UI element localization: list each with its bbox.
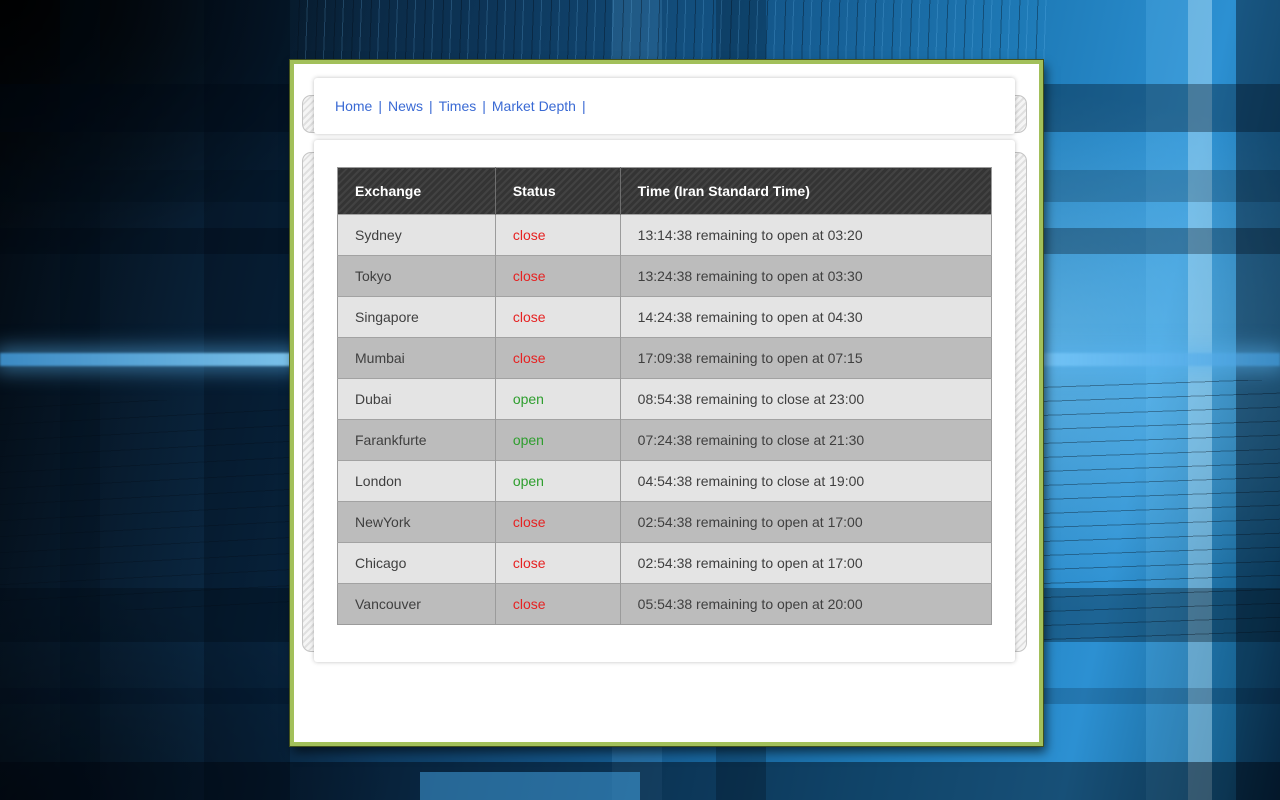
table-row: Farankfurteopen07:24:38 remaining to clo… xyxy=(338,420,992,461)
cell-exchange: Dubai xyxy=(338,379,496,420)
cell-time: 14:24:38 remaining to open at 04:30 xyxy=(620,297,991,338)
table-row: Dubaiopen08:54:38 remaining to close at … xyxy=(338,379,992,420)
cell-status: close xyxy=(495,256,620,297)
cell-time: 08:54:38 remaining to close at 23:00 xyxy=(620,379,991,420)
cell-time: 07:24:38 remaining to close at 21:30 xyxy=(620,420,991,461)
cell-exchange: NewYork xyxy=(338,502,496,543)
cell-status: close xyxy=(495,338,620,379)
market-times-table: Exchange Status Time (Iran Standard Time… xyxy=(337,167,992,625)
nav-bar: Home | News | Times | Market Depth | xyxy=(314,78,1015,134)
cell-exchange: Farankfurte xyxy=(338,420,496,461)
nav-separator: | xyxy=(482,98,486,114)
cell-exchange: Singapore xyxy=(338,297,496,338)
cell-time: 13:24:38 remaining to open at 03:30 xyxy=(620,256,991,297)
column-header-exchange: Exchange xyxy=(338,168,496,215)
content-section: Exchange Status Time (Iran Standard Time… xyxy=(294,64,1039,742)
cell-exchange: London xyxy=(338,461,496,502)
cell-status: open xyxy=(495,461,620,502)
table-row: Chicagoclose02:54:38 remaining to open a… xyxy=(338,543,992,584)
app-window: Home | News | Times | Market Depth | Exchange S… xyxy=(290,60,1043,746)
cell-status: open xyxy=(495,420,620,461)
nav-link-times[interactable]: Times xyxy=(439,98,477,114)
cell-exchange: Tokyo xyxy=(338,256,496,297)
cell-status: close xyxy=(495,215,620,256)
cell-status: close xyxy=(495,584,620,625)
wallpaper-band xyxy=(0,762,1280,800)
wallpaper-texture xyxy=(0,400,300,610)
content-card: Exchange Status Time (Iran Standard Time… xyxy=(314,140,1015,662)
cell-time: 02:54:38 remaining to open at 17:00 xyxy=(620,502,991,543)
cell-time: 04:54:38 remaining to close at 19:00 xyxy=(620,461,991,502)
cell-time: 13:14:38 remaining to open at 03:20 xyxy=(620,215,991,256)
cell-exchange: Vancouver xyxy=(338,584,496,625)
cell-time: 05:54:38 remaining to open at 20:00 xyxy=(620,584,991,625)
wallpaper-texture xyxy=(290,0,1050,62)
nav-link-market-depth[interactable]: Market Depth xyxy=(492,98,576,114)
nav-separator: | xyxy=(378,98,382,114)
table-row: Vancouverclose05:54:38 remaining to open… xyxy=(338,584,992,625)
column-header-time: Time (Iran Standard Time) xyxy=(620,168,991,215)
cell-status: close xyxy=(495,543,620,584)
nav-separator: | xyxy=(429,98,433,114)
table-row: Londonopen04:54:38 remaining to close at… xyxy=(338,461,992,502)
nav-link-home[interactable]: Home xyxy=(335,98,372,114)
cell-status: close xyxy=(495,502,620,543)
nav-separator: | xyxy=(582,98,586,114)
table-row: Singaporeclose14:24:38 remaining to open… xyxy=(338,297,992,338)
wallpaper-texture xyxy=(1040,380,1280,640)
column-header-status: Status xyxy=(495,168,620,215)
table-row: NewYorkclose02:54:38 remaining to open a… xyxy=(338,502,992,543)
cell-status: close xyxy=(495,297,620,338)
table-row: Tokyoclose13:24:38 remaining to open at … xyxy=(338,256,992,297)
cell-status: open xyxy=(495,379,620,420)
wallpaper-band xyxy=(420,772,640,800)
table-header-row: Exchange Status Time (Iran Standard Time… xyxy=(338,168,992,215)
cell-time: 02:54:38 remaining to open at 17:00 xyxy=(620,543,991,584)
nav-link-news[interactable]: News xyxy=(388,98,423,114)
cell-time: 17:09:38 remaining to open at 07:15 xyxy=(620,338,991,379)
cell-exchange: Chicago xyxy=(338,543,496,584)
cell-exchange: Sydney xyxy=(338,215,496,256)
table-row: Sydneyclose13:14:38 remaining to open at… xyxy=(338,215,992,256)
table-row: Mumbaiclose17:09:38 remaining to open at… xyxy=(338,338,992,379)
cell-exchange: Mumbai xyxy=(338,338,496,379)
main-nav: Home | News | Times | Market Depth | xyxy=(314,98,592,114)
